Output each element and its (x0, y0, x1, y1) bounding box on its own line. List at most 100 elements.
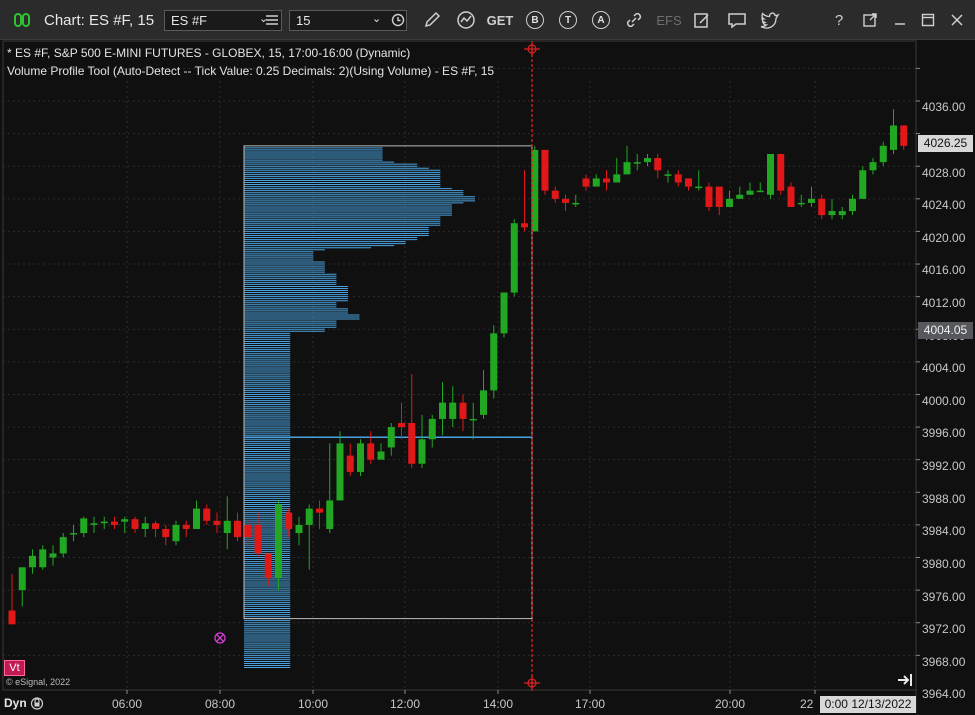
candle-body (39, 549, 47, 568)
cursor-time-tag: 0:00 12/13/2022 (820, 696, 916, 713)
lock-icon[interactable] (30, 695, 44, 715)
candle-body (603, 178, 610, 183)
candle-body (182, 524, 190, 529)
x-tick-label: 20:00 (715, 697, 746, 711)
y-tick-label: 3996.00 (922, 426, 966, 441)
candle-body (562, 198, 569, 203)
price-chart[interactable] (0, 0, 975, 713)
candle-body (705, 186, 713, 207)
candle-body (285, 512, 293, 529)
candle-body (879, 145, 887, 163)
candle-body (70, 533, 77, 535)
copyright-label: © eSignal, 2022 (6, 677, 71, 687)
candle-body (613, 174, 621, 183)
candle-body (203, 508, 211, 521)
candle-body (59, 537, 67, 554)
candle-body (746, 190, 754, 195)
candle-body (439, 402, 446, 419)
candles (8, 109, 908, 625)
candle-body (890, 125, 897, 150)
candle-body (254, 524, 262, 554)
candle-body (305, 508, 313, 525)
candle-body (193, 508, 200, 529)
vt-badge[interactable]: Vt (4, 660, 25, 676)
candle-body (264, 553, 272, 578)
y-tick-label: 3968.00 (922, 654, 966, 669)
chart-info-line: * ES #F, S&P 500 E-MINI FUTURES - GLOBEX… (7, 46, 411, 60)
candle-body (664, 174, 672, 176)
x-tick-label: 14:00 (483, 697, 514, 711)
x-tick-label: 06:00 (112, 697, 143, 711)
candle-body (500, 292, 508, 334)
dyn-label[interactable]: Dyn (4, 696, 27, 710)
candle-body (654, 158, 662, 171)
candle-body (49, 553, 57, 558)
candle-body (736, 194, 744, 199)
candle-body (316, 508, 323, 513)
candle-body (510, 223, 518, 293)
y-tick-label: 3984.00 (922, 524, 966, 539)
plot-frame (2, 40, 917, 691)
candle-body (469, 418, 477, 421)
candle-body (398, 422, 405, 428)
y-tick-label: 4016.00 (922, 263, 966, 278)
candle-body (633, 162, 641, 164)
candle-body (100, 521, 108, 524)
candle-body (592, 178, 600, 187)
x-tick-label: 10:00 (298, 697, 329, 711)
y-tick-label: 3976.00 (922, 589, 966, 604)
candle-body (111, 521, 118, 525)
candle-body (849, 198, 856, 212)
y-tick-label: 4024.00 (922, 198, 966, 213)
study-info-line: Volume Profile Tool (Auto-Detect -- Tick… (7, 64, 495, 78)
candle-body (377, 451, 385, 460)
candle-body (131, 519, 139, 529)
last-price-tag: 4026.25 (918, 135, 973, 152)
candle-body (490, 333, 498, 391)
candle-body (326, 500, 334, 529)
candle-body (551, 190, 559, 199)
candle-body (213, 520, 221, 525)
candle-body (777, 153, 785, 191)
candle-body (818, 198, 826, 216)
y-tick-label: 3988.00 (922, 491, 966, 506)
candle-body (18, 567, 26, 591)
candle-body (685, 178, 692, 187)
scroll-to-end-icon[interactable] (897, 673, 915, 692)
candle-body (80, 518, 88, 534)
candle-body (90, 523, 98, 525)
candle-body (869, 162, 877, 171)
candle-body (459, 402, 467, 419)
candle-body (572, 202, 580, 205)
y-tick-label: 3972.00 (922, 622, 966, 637)
candle-body (244, 524, 252, 538)
candle-body (141, 523, 149, 529)
candle-body (275, 504, 282, 578)
candle-body (644, 158, 651, 163)
candle-body (541, 149, 549, 191)
candle-body (449, 402, 457, 419)
candle-body (172, 524, 180, 542)
candle-body (162, 528, 170, 538)
candle-body (8, 610, 16, 625)
candle-body (408, 422, 416, 464)
candle-body (29, 555, 36, 568)
x-tick-label: 08:00 (205, 697, 236, 711)
candle-body (582, 178, 590, 187)
candle-body (387, 427, 395, 448)
candle-body (367, 443, 375, 460)
y-tick-label: 4020.00 (922, 230, 966, 245)
candle-body (767, 153, 774, 195)
crosshair-handle-icon[interactable] (524, 41, 540, 57)
candle-body (121, 519, 129, 522)
y-tick-label: 4012.00 (922, 296, 966, 311)
candle-body (838, 211, 846, 216)
y-tick-label: 4028.00 (922, 165, 966, 180)
candle-body (521, 223, 528, 228)
candle-body (152, 523, 159, 529)
candle-body (756, 190, 764, 193)
x-tick-label: 17:00 (575, 697, 606, 711)
crosshair-handle-icon[interactable] (524, 675, 540, 691)
candle-body (336, 443, 344, 501)
candle-body (295, 524, 303, 534)
